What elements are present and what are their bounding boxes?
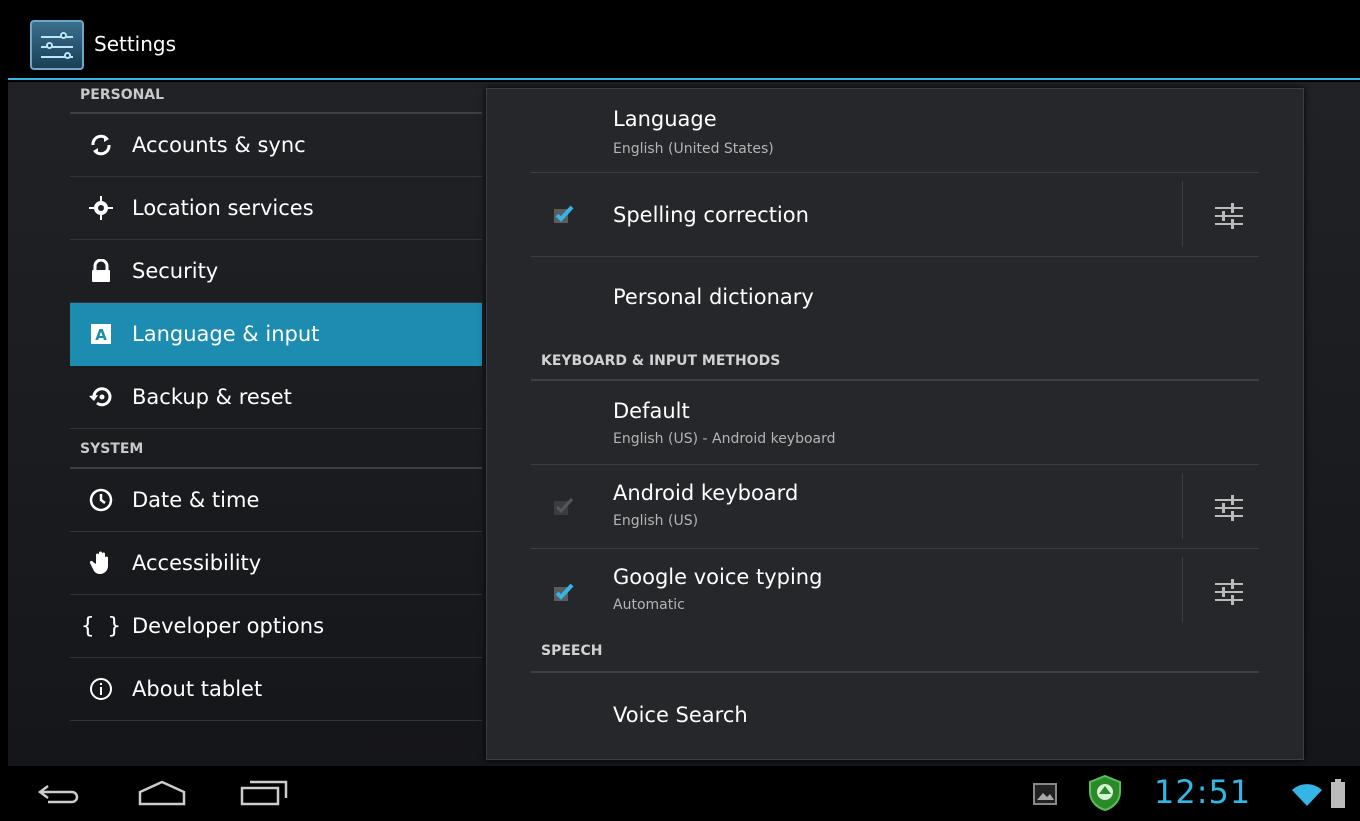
backup-icon — [70, 384, 132, 410]
sidebar-item-date-time[interactable]: Date & time — [70, 469, 482, 532]
status-clock: 12:51 — [1154, 773, 1252, 811]
system-header: SYSTEM — [70, 429, 482, 469]
svg-text:A: A — [95, 326, 107, 344]
settings-app-icon[interactable] — [30, 20, 84, 70]
shield-notification-icon[interactable] — [1086, 774, 1124, 812]
language-icon: A — [70, 323, 132, 345]
sidebar-item-accessibility[interactable]: Accessibility — [70, 532, 482, 595]
location-icon — [70, 195, 132, 221]
action-bar: Settings — [8, 10, 1360, 80]
sidebar-item-label: Accessibility — [132, 551, 262, 575]
hand-icon — [70, 550, 132, 576]
content-area: PERSONAL Accounts & sync Location servic… — [8, 82, 1360, 766]
app-title: Settings — [94, 32, 177, 56]
android-keyboard-preference[interactable]: Android keyboard English (US) — [531, 465, 1259, 549]
preference-summary: English (US) — [613, 513, 699, 529]
language-preference[interactable]: Language English (United States) — [531, 89, 1259, 173]
back-icon[interactable] — [36, 778, 82, 808]
preference-summary: Automatic — [613, 597, 685, 613]
preference-title: Language — [613, 107, 717, 131]
spelling-correction-preference[interactable]: Spelling correction — [531, 173, 1259, 257]
sidebar-item-about-tablet[interactable]: About tablet — [70, 658, 482, 721]
sidebar-item-backup-reset[interactable]: Backup & reset — [70, 366, 482, 429]
spelling-correction-checkbox[interactable] — [553, 203, 575, 225]
preference-summary: English (US) - Android keyboard — [613, 431, 836, 447]
sidebar-item-label: Date & time — [132, 488, 260, 512]
preference-summary: English (United States) — [613, 141, 774, 157]
sidebar-item-developer-options[interactable]: { } Developer options — [70, 595, 482, 658]
spelling-settings-icon[interactable] — [1213, 201, 1245, 231]
sidebar-item-label: Accounts & sync — [132, 133, 306, 157]
sidebar-item-location-services[interactable]: Location services — [70, 177, 482, 240]
android-keyboard-settings-icon[interactable] — [1213, 493, 1245, 523]
sidebar-item-security[interactable]: Security — [70, 240, 482, 303]
wifi-icon — [1292, 784, 1322, 806]
preference-title: Spelling correction — [613, 203, 809, 227]
voice-typing-settings-icon[interactable] — [1213, 577, 1245, 607]
sidebar-item-label: Location services — [132, 196, 314, 220]
sidebar-item-label: Language & input — [132, 322, 320, 346]
android-keyboard-checkbox — [554, 497, 574, 515]
info-icon — [70, 677, 132, 701]
sidebar-item-label: About tablet — [132, 677, 263, 701]
language-input-panel: Language English (United States) Spellin… — [486, 88, 1304, 760]
personal-dictionary-preference[interactable]: Personal dictionary — [531, 257, 1259, 341]
sidebar-item-label: Developer options — [132, 614, 325, 638]
clock-icon — [70, 487, 132, 513]
settings-sidebar: PERSONAL Accounts & sync Location servic… — [70, 82, 482, 766]
preference-title: Default — [613, 399, 690, 423]
keyboard-input-methods-header: KEYBOARD & INPUT METHODS — [531, 347, 1259, 381]
sidebar-item-label: Backup & reset — [132, 385, 292, 409]
voice-search-preference[interactable]: Voice Search — [531, 673, 1259, 757]
lock-icon — [70, 259, 132, 283]
sync-icon — [70, 132, 132, 158]
default-keyboard-preference[interactable]: Default English (US) - Android keyboard — [531, 381, 1259, 465]
preference-title: Google voice typing — [613, 565, 823, 589]
sidebar-item-language-input[interactable]: A Language & input — [70, 303, 482, 366]
preference-title: Android keyboard — [613, 481, 799, 505]
recent-apps-icon[interactable] — [238, 778, 290, 808]
preference-title: Voice Search — [613, 703, 748, 727]
google-voice-typing-preference[interactable]: Google voice typing Automatic — [531, 549, 1259, 639]
home-icon[interactable] — [136, 778, 188, 808]
sidebar-item-label: Security — [132, 259, 219, 283]
personal-header: PERSONAL — [70, 82, 482, 114]
gallery-notification-icon[interactable] — [1032, 782, 1058, 806]
google-voice-typing-checkbox[interactable] — [553, 581, 575, 603]
system-navigation-bar: 12:51 — [0, 766, 1360, 821]
preference-title: Personal dictionary — [613, 285, 814, 309]
sidebar-item-accounts-sync[interactable]: Accounts & sync — [70, 114, 482, 177]
battery-icon — [1331, 779, 1345, 808]
braces-icon: { } — [81, 613, 121, 639]
speech-header: SPEECH — [531, 639, 1259, 673]
